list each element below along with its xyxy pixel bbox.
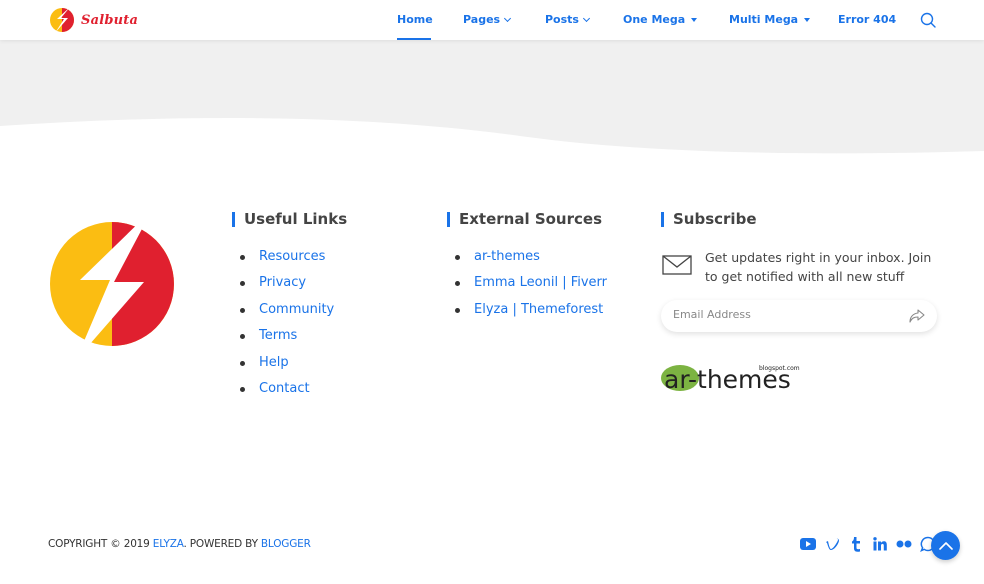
subscribe-button[interactable]: [909, 308, 925, 327]
external-sources-section: External Sources ar-themes Emma Leonil |…: [447, 212, 607, 328]
nav-posts-label: Posts: [545, 13, 579, 26]
list-item: Help: [232, 355, 347, 381]
subscribe-section: Subscribe: [661, 212, 757, 227]
author-link[interactable]: ELYZA: [153, 538, 184, 550]
flickr-link[interactable]: [896, 536, 912, 552]
copyright-prefix: COPYRIGHT © 2019: [48, 538, 153, 550]
search-icon: [920, 12, 936, 28]
flickr-icon: [896, 540, 912, 548]
nav-home-label: Home: [397, 13, 433, 26]
subscribe-form: [661, 300, 937, 332]
linkedin-link[interactable]: [872, 536, 888, 552]
nav-posts[interactable]: Posts: [545, 13, 591, 26]
active-nav-indicator: [397, 38, 431, 40]
useful-links-title: Useful Links: [232, 212, 347, 227]
subscribe-title: Subscribe: [661, 212, 757, 227]
caret-down-icon: [691, 17, 698, 22]
external-sources-title: External Sources: [447, 212, 607, 227]
link-contact[interactable]: Contact: [259, 381, 310, 396]
subscribe-description: Get updates right in your inbox. Join to…: [705, 250, 932, 284]
nav-error-404-label: Error 404: [838, 13, 897, 26]
chevron-down-icon: [582, 14, 591, 22]
share-arrow-icon: [909, 309, 925, 323]
copyright-text: COPYRIGHT © 2019 ELYZA. POWERED BY BLOGG…: [48, 538, 311, 550]
link-fiverr[interactable]: Emma Leonil | Fiverr: [474, 275, 607, 290]
blogger-link[interactable]: BLOGGER: [261, 538, 311, 550]
youtube-link[interactable]: [800, 536, 816, 552]
list-item: Terms: [232, 328, 347, 354]
back-to-top-button[interactable]: [931, 531, 960, 560]
useful-links-list: Resources Privacy Community Terms Help C…: [232, 249, 347, 407]
ar-themes-logo[interactable]: ar-themes blogspot.com: [661, 360, 806, 398]
nav-multi-mega-label: Multi Mega: [729, 13, 799, 26]
lightning-logo-icon: [50, 210, 174, 360]
powered-by-text: . POWERED BY: [183, 538, 261, 550]
link-themeforest[interactable]: Elyza | Themeforest: [474, 302, 603, 317]
useful-links-section: Useful Links Resources Privacy Community…: [232, 212, 347, 407]
ar-themes-logo-image: ar-themes blogspot.com: [661, 365, 800, 394]
nav-one-mega-label: One Mega: [623, 13, 686, 26]
list-item: Community: [232, 302, 347, 328]
wave-divider: [0, 40, 984, 154]
tumblr-icon: [852, 536, 860, 552]
caret-down-icon: [804, 17, 811, 22]
brand-logo[interactable]: Salbuta: [48, 6, 138, 34]
search-button[interactable]: [920, 12, 936, 32]
email-input[interactable]: [673, 308, 893, 321]
tumblr-link[interactable]: [848, 536, 864, 552]
nav-one-mega[interactable]: One Mega: [623, 13, 698, 26]
envelope-icon: [662, 255, 692, 275]
chevron-up-icon: [938, 542, 953, 550]
list-item: Resources: [232, 249, 347, 275]
list-item: Elyza | Themeforest: [447, 302, 607, 328]
link-ar-themes[interactable]: ar-themes: [474, 249, 540, 264]
external-sources-list: ar-themes Emma Leonil | Fiverr Elyza | T…: [447, 249, 607, 328]
list-item: Contact: [232, 381, 347, 407]
link-terms[interactable]: Terms: [259, 328, 297, 343]
chevron-down-icon: [504, 14, 512, 22]
nav-pages[interactable]: Pages: [463, 13, 512, 26]
lightning-logo-icon: [50, 7, 74, 33]
link-community[interactable]: Community: [259, 302, 334, 317]
link-privacy[interactable]: Privacy: [259, 275, 306, 290]
vimeo-link[interactable]: [824, 536, 840, 552]
footer-logo[interactable]: [48, 210, 178, 366]
site-header: Salbuta Home Pages Posts One Mega Multi …: [0, 0, 984, 40]
list-item: Emma Leonil | Fiverr: [447, 275, 607, 301]
linkedin-icon: [873, 537, 887, 551]
nav-multi-mega[interactable]: Multi Mega: [729, 13, 811, 26]
link-help[interactable]: Help: [259, 355, 289, 370]
nav-home[interactable]: Home: [397, 13, 433, 26]
nav-pages-label: Pages: [463, 13, 501, 26]
vimeo-icon: [825, 537, 839, 550]
youtube-icon: [800, 538, 816, 550]
svg-text:blogspot.com: blogspot.com: [759, 365, 800, 372]
nav-error-404[interactable]: Error 404: [838, 13, 896, 26]
link-resources[interactable]: Resources: [259, 249, 325, 264]
list-item: ar-themes: [447, 249, 607, 275]
brand-name: Salbuta: [81, 12, 139, 28]
list-item: Privacy: [232, 275, 347, 301]
